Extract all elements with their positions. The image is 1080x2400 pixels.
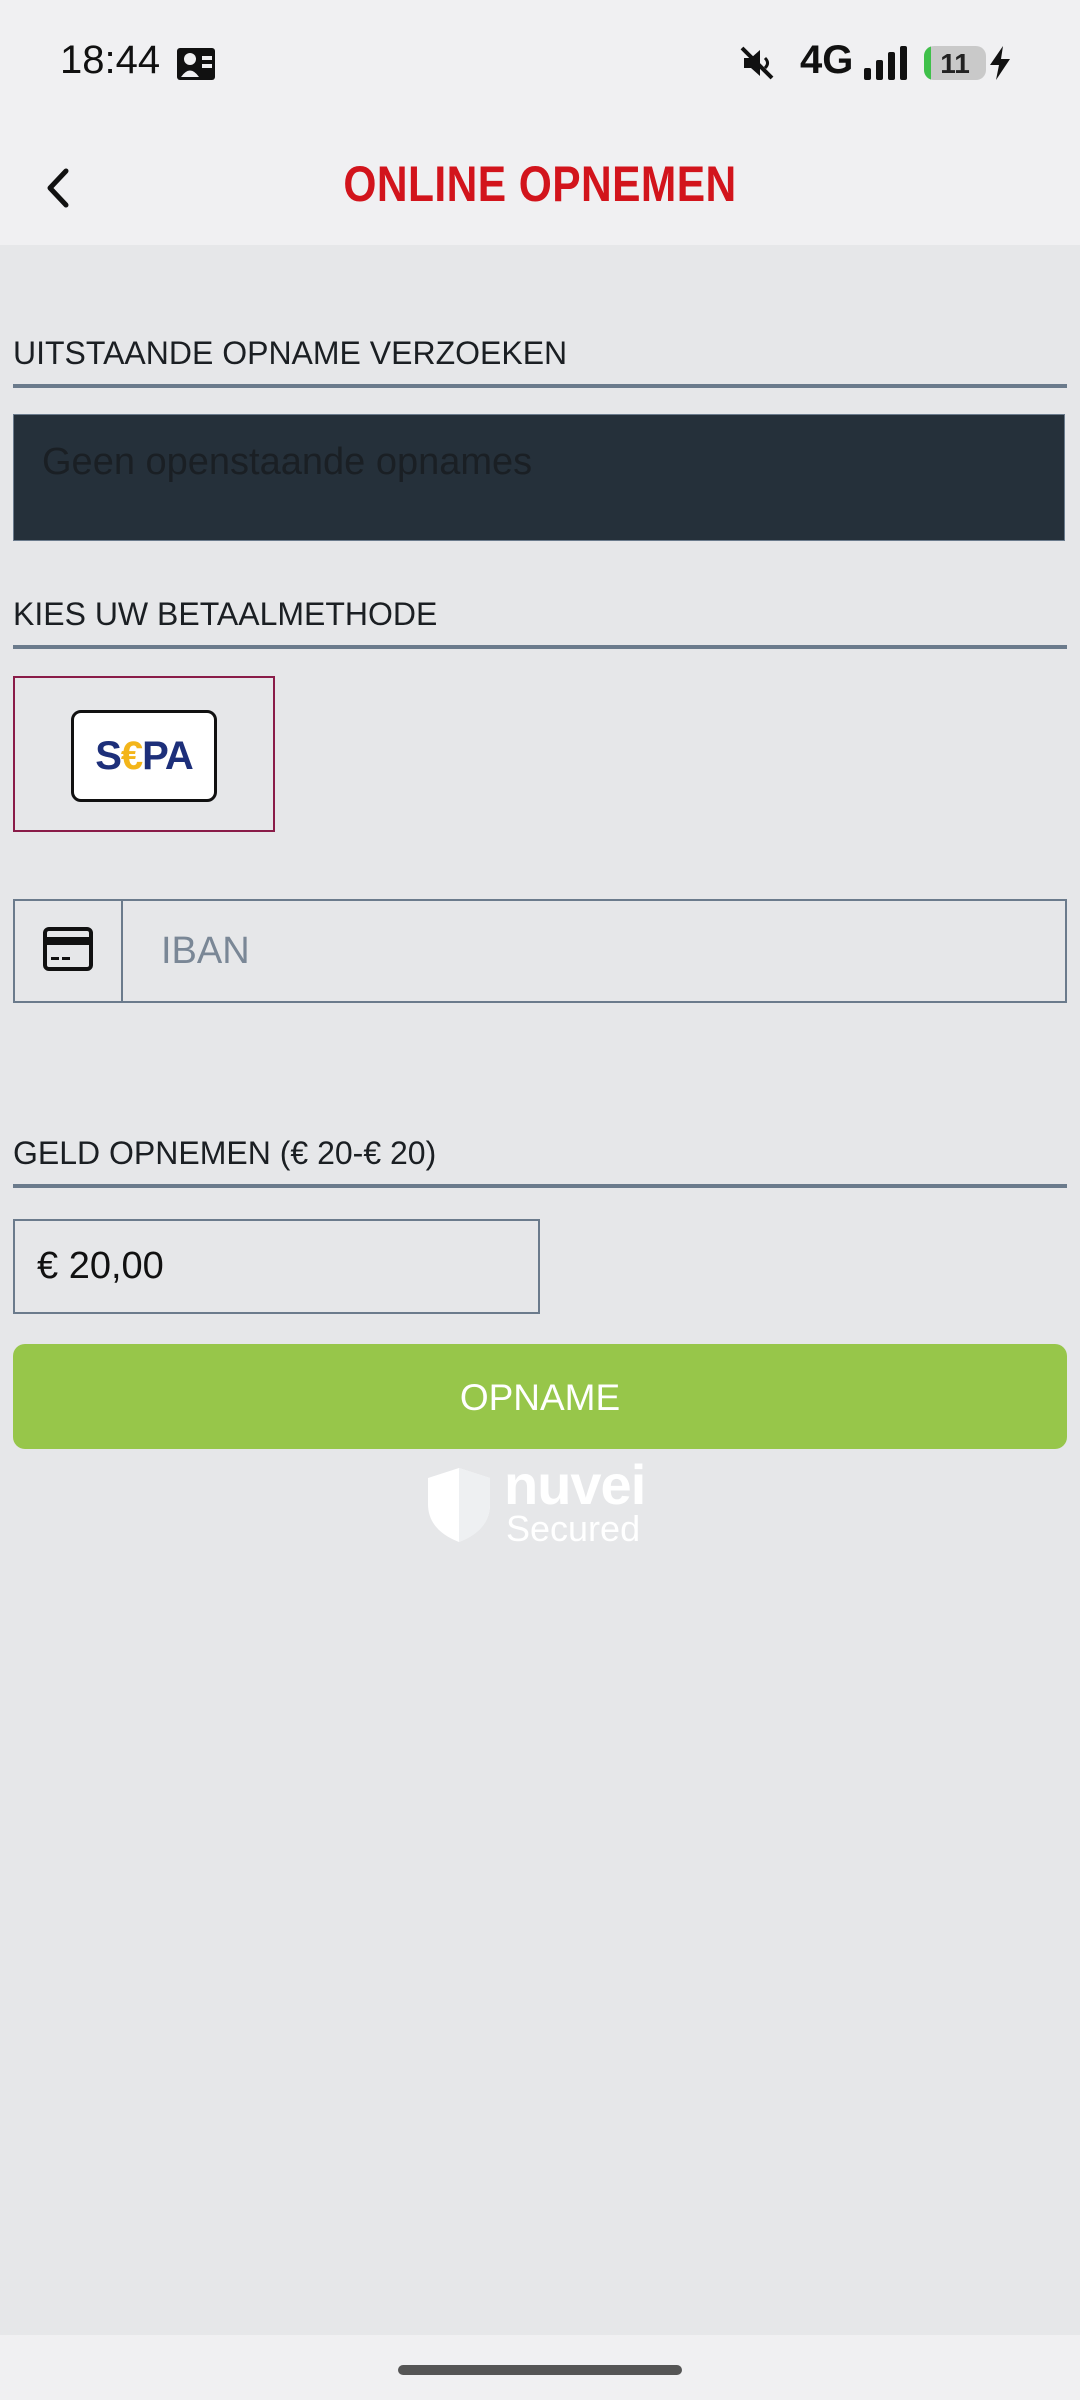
credit-card-icon: [43, 927, 93, 971]
pending-empty-text: Geen openstaande opnames: [42, 441, 533, 483]
iban-icon-box: [15, 901, 123, 1001]
status-bar: 18:44 4G 11: [0, 0, 1080, 125]
status-time: 18:44: [60, 38, 161, 82]
battery-level: 11: [940, 48, 970, 79]
amount-input[interactable]: [15, 1221, 538, 1312]
pending-requests-box: Geen openstaande opnames: [13, 414, 1065, 541]
iban-field: [13, 899, 1067, 1003]
signal-icon: [864, 46, 907, 80]
network-type: 4G: [800, 38, 854, 82]
shield-icon: [428, 1468, 490, 1542]
withdraw-amount-label: GELD OPNEMEN (€ 20-€ 20): [13, 1135, 1067, 1188]
nuvei-secured-badge: nuvei Secured: [426, 1453, 656, 1549]
withdraw-button[interactable]: OPNAME: [13, 1344, 1067, 1449]
amount-field: [13, 1219, 540, 1314]
battery-icon: 11: [924, 46, 986, 80]
payment-method-sepa[interactable]: S€PA: [13, 676, 275, 832]
payment-method-label: KIES UW BETAALMETHODE: [13, 596, 1067, 649]
navigation-bar: [0, 2335, 1080, 2400]
sepa-logo: S€PA: [71, 710, 217, 802]
page-title: ONLINE OPNEMEN: [343, 156, 737, 212]
iban-input[interactable]: [123, 901, 1063, 1001]
app-header: ONLINE OPNEMEN: [0, 125, 1080, 245]
home-indicator[interactable]: [398, 2365, 682, 2375]
secured-subtitle: Secured: [506, 1508, 641, 1549]
charging-icon: [990, 46, 1010, 80]
contact-card-icon: [177, 48, 215, 80]
pending-section-label: UITSTAANDE OPNAME VERZOEKEN: [13, 335, 1067, 388]
mute-icon: [740, 46, 774, 80]
chevron-left-icon[interactable]: [40, 165, 80, 211]
